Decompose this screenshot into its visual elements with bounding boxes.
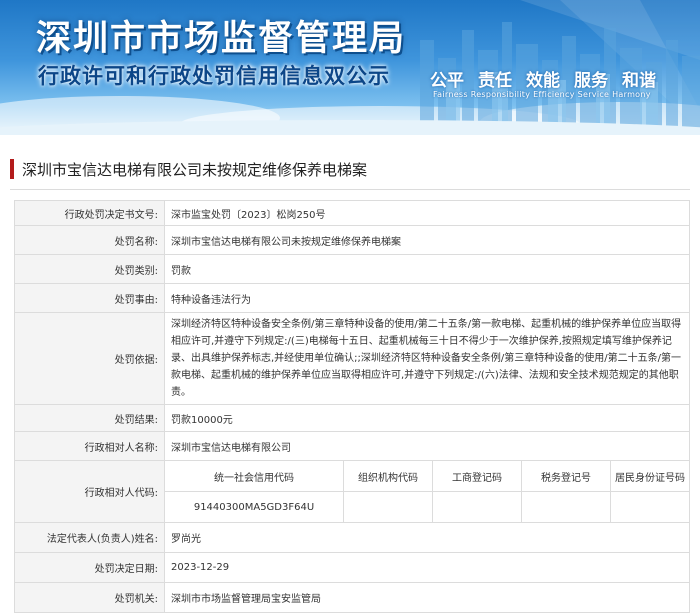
- accent-bar: [10, 159, 14, 179]
- slogan-item: 和谐: [622, 71, 656, 91]
- slogan-item: 责任: [478, 71, 512, 91]
- site-subtitle: 行政许可和行政处罚信用信息双公示: [38, 64, 390, 88]
- row-label: 处罚决定日期:: [14, 552, 165, 583]
- row-label: 处罚依据:: [14, 312, 165, 405]
- row-label: 行政相对人代码:: [14, 460, 165, 523]
- code-header: 居民身份证号码: [610, 461, 689, 492]
- slogan-item: 服务: [574, 71, 608, 91]
- code-header: 统一社会信用代码: [165, 461, 344, 492]
- code-value: [432, 491, 522, 522]
- table-row: 法定代表人(负责人)姓名: 罗尚光: [14, 522, 690, 553]
- table-row: 处罚类别: 罚款: [14, 254, 690, 284]
- table-row: 处罚事由: 特种设备违法行为: [14, 283, 690, 313]
- row-value: 统一社会信用代码 组织机构代码 工商登记码 税务登记号 居民身份证号码 9144…: [164, 460, 690, 523]
- code-value: [343, 491, 433, 522]
- row-value: 特种设备违法行为: [164, 283, 690, 313]
- code-value-row: 91440300MA5GD3F64U: [165, 491, 690, 523]
- slogan-item: 效能: [526, 71, 560, 91]
- row-label: 处罚类别:: [14, 254, 165, 284]
- code-header: 组织机构代码: [343, 461, 433, 492]
- table-row: 处罚决定日期: 2023-12-29: [14, 552, 690, 583]
- case-header: 深圳市宝信达电梯有限公司未按规定维修保养电梯案: [10, 157, 690, 190]
- table-row: 处罚名称: 深圳市宝信达电梯有限公司未按规定维修保养电梯案: [14, 225, 690, 255]
- code-header: 税务登记号: [521, 461, 611, 492]
- row-value: 罚款10000元: [164, 404, 690, 432]
- code-value: [611, 492, 690, 523]
- code-value: [521, 491, 611, 522]
- row-label: 处罚名称:: [14, 225, 165, 255]
- slogan-item: 公平: [430, 71, 464, 91]
- row-label: 处罚结果:: [14, 404, 165, 432]
- row-value: 深圳市宝信达电梯有限公司未按规定维修保养电梯案: [164, 225, 690, 255]
- code-value: 91440300MA5GD3F64U: [165, 491, 344, 522]
- row-value: 深市监宝处罚〔2023〕松岗250号: [164, 200, 690, 226]
- table-row: 行政相对人名称: 深圳市宝信达电梯有限公司: [14, 431, 690, 461]
- slogan-english: Fairness Responsibility Efficiency Servi…: [433, 90, 651, 99]
- table-row: 处罚结果: 罚款10000元: [14, 404, 690, 432]
- row-value: 罚款: [164, 254, 690, 284]
- code-header: 工商登记码: [432, 461, 522, 492]
- header-banner: 深圳市市场监督管理局 行政许可和行政处罚信用信息双公示 公平 责任 效能 服务 …: [0, 0, 700, 135]
- row-label: 法定代表人(负责人)姓名:: [14, 522, 165, 553]
- row-value: 2023-12-29: [164, 552, 690, 583]
- case-title: 深圳市宝信达电梯有限公司未按规定维修保养电梯案: [22, 160, 368, 179]
- row-label: 处罚机关:: [14, 582, 165, 613]
- case-detail-table: 行政处罚决定书文号: 深市监宝处罚〔2023〕松岗250号 处罚名称: 深圳市宝…: [14, 200, 690, 613]
- code-header-row: 统一社会信用代码 组织机构代码 工商登记码 税务登记号 居民身份证号码: [165, 461, 689, 492]
- row-value: 深圳市宝信达电梯有限公司: [164, 431, 690, 461]
- row-label: 行政相对人名称:: [14, 431, 165, 461]
- table-row: 处罚机关: 深圳市市场监督管理局宝安监管局: [14, 582, 690, 613]
- table-row: 行政相对人代码: 统一社会信用代码 组织机构代码 工商登记码 税务登记号 居民身…: [14, 460, 690, 523]
- row-value: 深圳市市场监督管理局宝安监管局: [164, 582, 690, 613]
- slogan-list: 公平 责任 效能 服务 和谐: [430, 66, 656, 91]
- code-subtable: 统一社会信用代码 组织机构代码 工商登记码 税务登记号 居民身份证号码 9144…: [165, 461, 689, 522]
- row-label: 处罚事由:: [14, 283, 165, 313]
- site-title: 深圳市市场监督管理局: [36, 19, 407, 59]
- row-value: 深圳经济特区特种设备安全条例/第三章特种设备的使用/第二十五条/第一款电梯、起重…: [164, 312, 690, 405]
- row-value: 罗尚光: [164, 522, 690, 553]
- table-row: 处罚依据: 深圳经济特区特种设备安全条例/第三章特种设备的使用/第二十五条/第一…: [14, 312, 690, 405]
- table-row: 行政处罚决定书文号: 深市监宝处罚〔2023〕松岗250号: [14, 200, 690, 226]
- row-label: 行政处罚决定书文号:: [14, 200, 165, 226]
